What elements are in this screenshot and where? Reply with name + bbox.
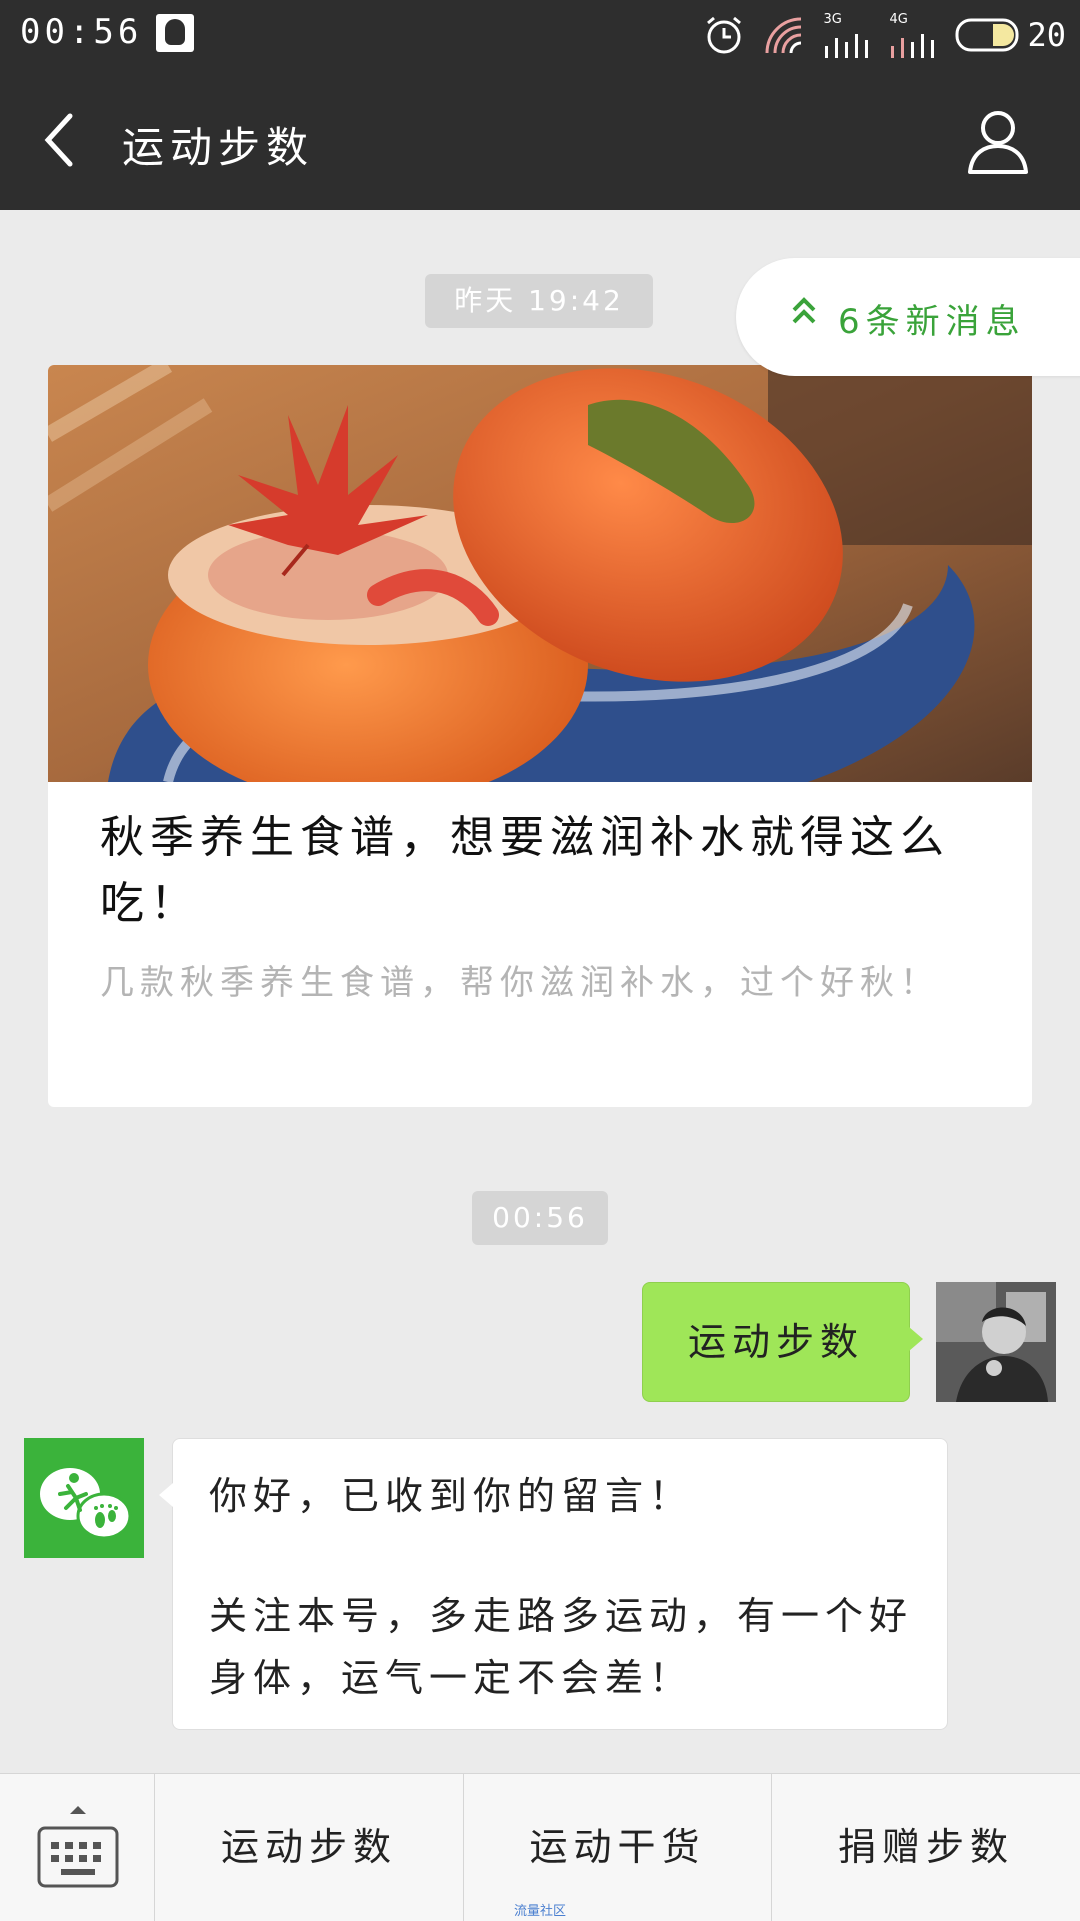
timestamp-now: 00:56	[472, 1191, 608, 1245]
signal-4g-label: 4G	[889, 12, 908, 27]
received-message-line: 你好，已收到你的留言！	[209, 1474, 694, 1518]
article-title: 秋季养生食谱，想要滋润补水就得这么吃！	[100, 812, 950, 929]
menu-item-step-count[interactable]: 运动步数	[155, 1774, 464, 1921]
keyboard-toggle[interactable]	[0, 1774, 155, 1921]
article-cover-image	[48, 365, 1032, 782]
wifi-icon	[765, 17, 802, 54]
new-messages-button[interactable]: 6条新消息	[736, 258, 1080, 376]
new-messages-label: 6条新消息	[838, 302, 1026, 342]
menu-item-fitness-tips[interactable]: 运动干货	[464, 1774, 772, 1921]
user-avatar[interactable]	[936, 1282, 1056, 1402]
official-account-avatar[interactable]	[24, 1438, 144, 1558]
menu-item-donate-steps[interactable]: 捐赠步数	[772, 1774, 1080, 1921]
battery: 20	[955, 16, 1066, 54]
bottom-menu-bar: 运动步数 运动干货 捐赠步数	[0, 1773, 1080, 1921]
timestamp-yesterday: 昨天 19:42	[425, 274, 653, 328]
qq-notification-icon	[156, 14, 194, 52]
battery-icon	[955, 18, 1019, 52]
page-title: 运动步数	[122, 123, 315, 172]
watermark-text: 流量社区	[514, 1904, 567, 1919]
status-icons: 3G 4G 20	[703, 10, 1066, 60]
status-bar: 00:56 3G 4G 20	[0, 0, 1080, 70]
double-chevron-up-icon	[792, 297, 816, 324]
chevron-up-icon	[70, 1806, 86, 1814]
received-message-bubble[interactable]: 你好，已收到你的留言！ 关注本号，多走路多运动，有一个好身体，运气一定不会差！	[159, 1438, 948, 1730]
signal-3g-label: 3G	[823, 12, 842, 27]
signal-4g-icon	[891, 34, 935, 58]
signal-3g: 3G	[823, 12, 871, 58]
sent-message-bubble[interactable]: 运动步数	[642, 1282, 923, 1402]
signal-4g: 4G	[889, 12, 937, 58]
back-arrow-icon[interactable]	[36, 110, 86, 170]
title-bar: 运动步数	[0, 70, 1080, 210]
running-footprint-icon	[40, 1468, 132, 1540]
battery-level: 20	[1027, 16, 1066, 54]
received-message-line: 关注本号，多走路多运动，有一个好身体，运气一定不会差！	[209, 1594, 914, 1700]
article-summary: 几款秋季养生食谱，帮你滋润补水，过个好秋！	[100, 963, 940, 1003]
article-card[interactable]: 秋季养生食谱，想要滋润补水就得这么吃！ 几款秋季养生食谱，帮你滋润补水，过个好秋…	[48, 365, 1032, 1107]
status-time: 00:56	[20, 12, 143, 52]
signal-3g-icon	[825, 34, 869, 58]
profile-icon[interactable]	[966, 106, 1030, 176]
keyboard-icon	[37, 1826, 119, 1888]
alarm-icon	[707, 16, 742, 54]
